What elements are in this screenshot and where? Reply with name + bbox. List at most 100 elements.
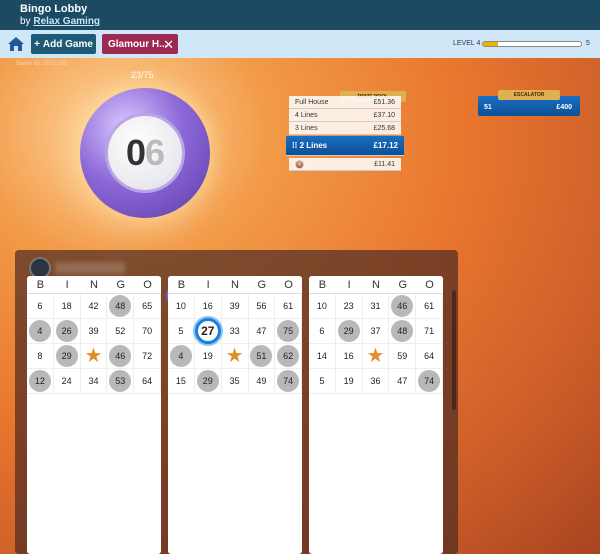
card-cell[interactable]: 34 [80,369,108,394]
card-cell[interactable]: 46 [389,294,417,319]
escalator-title: ESCALATOR [498,90,560,100]
tab-current-game[interactable]: Glamour H... ✕ [102,34,178,54]
prize-value: £11.41 [374,160,395,168]
card-cell[interactable]: 70 [134,319,161,344]
card-cell[interactable]: 56 [248,294,276,319]
by-prefix: by [20,16,34,27]
card-cell[interactable]: 16 [194,294,222,319]
card-number: 65 [142,301,153,311]
card-cell[interactable]: 8 [27,344,54,369]
card-number: 24 [61,376,72,386]
card-cell[interactable]: 10 [309,294,336,319]
card-number: 23 [343,301,354,311]
level-label: LEVEL 4 [453,40,481,47]
card-number: 47 [397,376,408,386]
free-space[interactable]: ★ [80,344,108,369]
card-cell[interactable]: 39 [221,294,249,319]
escalator-right: £400 [556,104,572,111]
card-cell[interactable]: 71 [416,319,443,344]
bingo-card[interactable]: B I N G O 6 18 42 48 65 4 26 39 52 70 8 29 ★ 46 72 12 24 34 53 6… [27,276,161,554]
card-cell[interactable]: 59 [389,344,417,369]
card-cell[interactable]: 24 [53,369,81,394]
card-number: 19 [202,351,213,361]
card-column-letter: O [425,278,434,291]
card-cell[interactable]: 61 [275,294,302,319]
card-cell[interactable]: 31 [362,294,390,319]
card-column-letter: I [206,278,210,291]
close-icon[interactable]: ✕ [163,37,174,53]
add-game-button[interactable]: + Add Game [31,34,96,54]
card-cell[interactable]: 6 [309,319,336,344]
card-cell[interactable]: 5 [309,369,336,394]
card-cell[interactable]: 49 [248,369,276,394]
card-cell[interactable]: 6 [27,294,54,319]
free-space[interactable]: ★ [362,344,390,369]
prize-row: 3 Lines £25.68 [289,122,401,135]
card-number: 14 [316,351,327,361]
card-cell[interactable]: 48 [107,294,135,319]
card-cell[interactable]: 29 [53,344,81,369]
card-cell[interactable]: 4 [168,344,195,369]
card-number: 56 [256,301,267,311]
card-cell[interactable]: 39 [80,319,108,344]
card-number: 74 [418,370,441,392]
card-cell[interactable]: 51 [248,344,276,369]
prize-label: 4 Lines [295,111,318,119]
home-button[interactable] [6,35,26,53]
card-cell[interactable]: 36 [362,369,390,394]
card-cell[interactable]: 35 [221,369,249,394]
card-cell[interactable]: 52 [107,319,135,344]
card-cell[interactable]: 15 [168,369,195,394]
card-number: 33 [229,326,240,336]
card-cell[interactable]: 48 [389,319,417,344]
card-cell[interactable]: 75 [275,319,302,344]
provider-link[interactable]: Relax Gaming [33,16,100,27]
bingo-card[interactable]: B I N G O 10 23 31 46 61 6 29 37 48 71 14 16 ★ 59 64 5 19 36 47… [309,276,443,554]
card-number: 49 [256,376,267,386]
players-scrollbar[interactable] [452,290,456,410]
card-cell[interactable]: 10 [168,294,195,319]
card-cell[interactable]: 16 [335,344,363,369]
card-cell[interactable]: 26 [53,319,81,344]
card-number: 51 [250,345,273,367]
card-number: 29 [55,345,78,367]
card-cell[interactable]: 47 [389,369,417,394]
card-cell[interactable]: 29 [335,319,363,344]
card-column-letter: N [90,278,98,291]
card-number: 29 [196,370,219,392]
card-cell[interactable]: 46 [107,344,135,369]
card-cell[interactable]: 72 [134,344,161,369]
card-cell[interactable]: 65 [134,294,161,319]
card-header: BINGO [168,276,302,294]
card-cell[interactable]: 61 [416,294,443,319]
card-number: 61 [424,301,435,311]
card-column-letter: O [143,278,152,291]
card-cell[interactable]: 18 [53,294,81,319]
card-cell[interactable]: 42 [80,294,108,319]
card-cell[interactable]: 33 [221,319,249,344]
card-cell[interactable]: 64 [134,369,161,394]
card-cell[interactable]: 62 [275,344,302,369]
card-cell[interactable]: 53 [107,369,135,394]
card-cell[interactable]: 74 [416,369,443,394]
card-cell[interactable]: 12 [27,369,54,394]
card-cell[interactable]: 19 [194,344,222,369]
card-cell[interactable]: 37 [362,319,390,344]
card-cell[interactable]: 14 [309,344,336,369]
card-column-letter: B [36,278,45,291]
card-cell[interactable]: 47 [248,319,276,344]
card-number: 6 [37,301,43,311]
current-ball: 06 [80,88,210,218]
card-cell[interactable]: 5 [168,319,195,344]
bingo-card[interactable]: B I N G O 10 16 39 56 61 5 27 33 47 75 4 19 ★ 51 62 15 29 35 49… [168,276,302,554]
free-space[interactable]: ★ [221,344,249,369]
card-cell[interactable]: 4 [27,319,54,344]
card-cell[interactable]: 29 [194,369,222,394]
card-cell[interactable]: 23 [335,294,363,319]
card-cell[interactable]: 27 [194,318,222,344]
card-cell[interactable]: 64 [416,344,443,369]
prize-row-player: £11.41 [289,158,401,171]
card-cell[interactable]: 74 [275,369,302,394]
star-icon: ★ [225,345,244,367]
card-cell[interactable]: 19 [335,369,363,394]
